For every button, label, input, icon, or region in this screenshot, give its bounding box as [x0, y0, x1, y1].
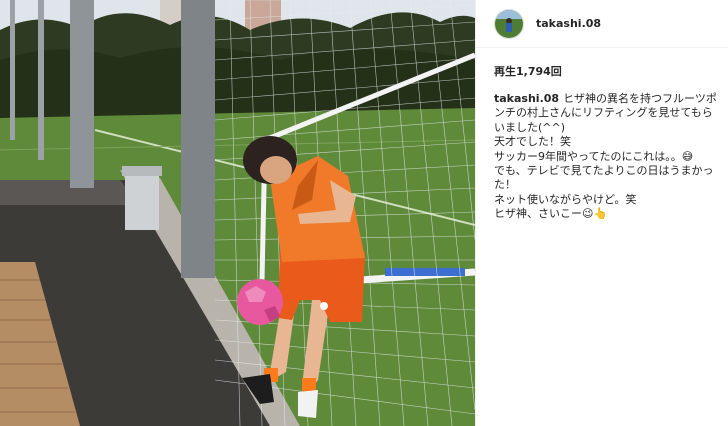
- view-count: 再生1,794回: [494, 65, 562, 78]
- caption-username[interactable]: takashi.08: [494, 92, 559, 105]
- caption-line: ネット使いながらやけど。笑: [494, 192, 637, 206]
- post-caption: takashi.08 ヒザ神の異名を持つフルーツポンチの村上さんにリフティングを見…: [494, 92, 722, 222]
- post-username[interactable]: takashi.08: [536, 17, 601, 30]
- post-details-panel: takashi.08 再生1,794回 takashi.08 ヒザ神の異名を持つフ…: [475, 0, 728, 426]
- caption-line: 天才でした！笑: [494, 135, 571, 149]
- avatar[interactable]: [494, 8, 524, 39]
- video-frame: [0, 0, 475, 426]
- post-video[interactable]: [0, 0, 475, 426]
- caption-line: でも、テレビで見てたよりこの日はうまかった！: [494, 164, 714, 192]
- caption-line: サッカー9年間やってたのにこれは。。😅: [494, 149, 694, 163]
- caption-line: ヒザ神、さいこー😉👆: [494, 207, 608, 221]
- instagram-post: takashi.08 再生1,794回 takashi.08 ヒザ神の異名を持つフ…: [0, 0, 728, 426]
- post-header: takashi.08: [476, 0, 728, 48]
